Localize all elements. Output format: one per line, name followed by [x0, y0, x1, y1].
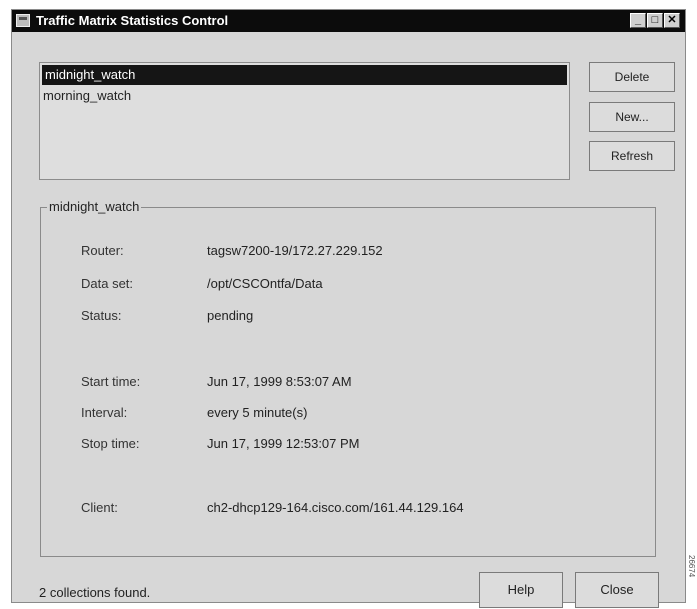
figure-number: 26674 [687, 555, 696, 578]
maximize-button[interactable]: □ [647, 13, 663, 28]
refresh-button[interactable]: Refresh [589, 141, 675, 171]
group-title: midnight_watch [47, 199, 142, 214]
help-button[interactable]: Help [479, 572, 563, 608]
start-time-label: Start time: [81, 374, 141, 389]
delete-button[interactable]: Delete [589, 62, 675, 92]
list-item-midnight-watch[interactable]: midnight_watch [42, 65, 567, 85]
close-button[interactable]: Close [575, 572, 659, 608]
client-value: ch2-dhcp129-164.cisco.com/161.44.129.164 [207, 500, 464, 515]
stop-time-value: Jun 17, 1999 12:53:07 PM [207, 436, 360, 451]
status-label: Status: [81, 308, 122, 323]
status-value: pending [207, 308, 254, 323]
router-value: tagsw7200-19/172.27.229.152 [207, 243, 383, 258]
list-item-morning-watch[interactable]: morning_watch [40, 85, 569, 107]
start-time-value: Jun 17, 1999 8:53:07 AM [207, 374, 352, 389]
stop-time-label: Stop time: [81, 436, 140, 451]
window-menu-icon[interactable] [16, 14, 30, 27]
status-message: 2 collections found. [39, 585, 151, 600]
interval-label: Interval: [81, 405, 128, 420]
collection-details-group: midnight_watch Router: tagsw7200-19/172.… [40, 199, 656, 557]
close-window-button[interactable]: ✕ [664, 13, 680, 28]
new-button[interactable]: New... [589, 102, 675, 132]
title-bar[interactable]: Traffic Matrix Statistics Control _ □ ✕ [12, 10, 685, 32]
interval-value: every 5 minute(s) [207, 405, 308, 420]
dataset-label: Data set: [81, 276, 134, 291]
client-label: Client: [81, 500, 118, 515]
minimize-button[interactable]: _ [630, 13, 646, 28]
traffic-matrix-window: Traffic Matrix Statistics Control _ □ ✕ … [11, 9, 686, 608]
window-title: Traffic Matrix Statistics Control [36, 13, 229, 28]
router-label: Router: [81, 243, 124, 258]
collections-list[interactable]: midnight_watch morning_watch [39, 62, 570, 180]
dataset-value: /opt/CSCOntfa/Data [207, 276, 323, 291]
